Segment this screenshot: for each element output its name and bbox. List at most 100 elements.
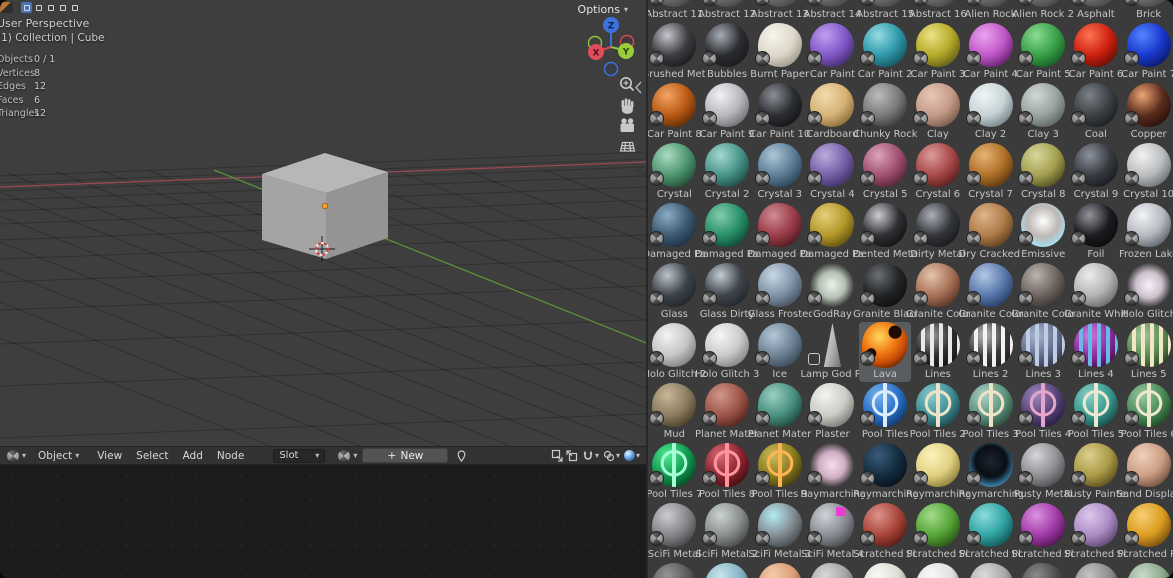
viewport-header-tool-4-icon[interactable]: [57, 2, 68, 13]
material-item[interactable]: SciFi Metal 3: [754, 502, 806, 562]
material-item[interactable]: Granite White: [1070, 262, 1122, 322]
material-item[interactable]: Car Paint 2: [859, 22, 911, 82]
gizmo-neg-z[interactable]: [605, 63, 618, 76]
material-item[interactable]: [965, 562, 1017, 578]
material-item[interactable]: Scratched Pl...: [859, 502, 911, 562]
material-item[interactable]: Raymarching...: [965, 442, 1017, 502]
material-item[interactable]: Car Paint 8: [648, 82, 700, 142]
material-item[interactable]: Brick: [1123, 0, 1173, 22]
material-item[interactable]: [806, 562, 858, 578]
material-item[interactable]: Lines 3: [1017, 322, 1069, 382]
material-item[interactable]: Planet Materi...: [754, 382, 806, 442]
material-item[interactable]: Car Paint: [806, 22, 858, 82]
material-item[interactable]: Car Paint 6: [1070, 22, 1122, 82]
region-toggle-chevron[interactable]: [636, 82, 641, 93]
browse-material-dropdown[interactable]: ▾: [335, 450, 360, 462]
material-item[interactable]: Frozen Lake: [1123, 202, 1173, 262]
material-item[interactable]: Glass Dirty: [701, 262, 753, 322]
material-item[interactable]: Coal: [1070, 82, 1122, 142]
material-item[interactable]: Car Paint 10: [754, 82, 806, 142]
material-item[interactable]: Pool Tiles 8: [701, 442, 753, 502]
material-item[interactable]: Rusty Painte...: [1070, 442, 1122, 502]
material-item[interactable]: Sand Displac...: [1123, 442, 1173, 502]
material-item[interactable]: Crystal: [648, 142, 700, 202]
material-item[interactable]: Bubbles: [701, 22, 753, 82]
material-item[interactable]: Scratched Pl...: [965, 502, 1017, 562]
material-item[interactable]: Burnt Paper: [754, 22, 806, 82]
material-item[interactable]: Cardboard: [806, 82, 858, 142]
material-item[interactable]: Crystal 2: [701, 142, 753, 202]
menu-select[interactable]: Select: [129, 450, 175, 462]
material-item[interactable]: Raymarching...: [859, 442, 911, 502]
material-item[interactable]: Brushed Metal: [648, 22, 700, 82]
orthographic-toggle-icon[interactable]: [621, 143, 635, 152]
options-dropdown[interactable]: Options ▾: [578, 3, 628, 16]
viewport-header-tool-5-icon[interactable]: [69, 2, 80, 13]
material-item[interactable]: Crystal 7: [965, 142, 1017, 202]
material-item[interactable]: Granite Black: [859, 262, 911, 322]
material-item[interactable]: Clay 2: [965, 82, 1017, 142]
material-item[interactable]: Lines 5: [1123, 322, 1173, 382]
material-item[interactable]: Scratched Pl...: [1070, 502, 1122, 562]
material-item[interactable]: [1017, 562, 1069, 578]
material-item[interactable]: Alien Rock: [965, 0, 1017, 22]
material-item[interactable]: [912, 562, 964, 578]
material-item[interactable]: Crystal 3: [754, 142, 806, 202]
menu-view[interactable]: View: [90, 450, 129, 462]
material-item[interactable]: Holo Glitch 3: [701, 322, 753, 382]
material-item[interactable]: Lamp God Ra: [806, 322, 858, 382]
material-item[interactable]: Scratched Pl...: [1017, 502, 1069, 562]
material-item[interactable]: Copper: [1123, 82, 1173, 142]
material-item[interactable]: Scratched Pl...: [1123, 502, 1173, 562]
material-item[interactable]: Glass Frosted: [754, 262, 806, 322]
editor-type-icon[interactable]: [0, 2, 13, 13]
asset-browser[interactable]: Abstract 11 Abstract 12 Abstract 13 Abst…: [646, 0, 1173, 578]
material-item[interactable]: [701, 562, 753, 578]
material-item[interactable]: Clay: [912, 82, 964, 142]
material-item[interactable]: Pool Tiles 2: [912, 382, 964, 442]
material-item[interactable]: Rusty Metal: [1017, 442, 1069, 502]
material-item[interactable]: Holo Glitch 2: [648, 322, 700, 382]
camera-view-icon[interactable]: [621, 118, 635, 132]
material-item[interactable]: SciFi Metal 4: [806, 502, 858, 562]
material-item[interactable]: Chunky Rock: [859, 82, 911, 142]
viewport-header-tool-1-icon[interactable]: [21, 2, 32, 13]
viewport-header-tool-2-icon[interactable]: [33, 2, 44, 13]
material-item[interactable]: Car Paint 7: [1123, 22, 1173, 82]
material-item[interactable]: Car Paint 5: [1017, 22, 1069, 82]
material-item[interactable]: Pool Tiles 4: [1017, 382, 1069, 442]
material-item[interactable]: [648, 562, 700, 578]
material-item[interactable]: Foil: [1070, 202, 1122, 262]
material-item[interactable]: Lava: [859, 322, 911, 382]
editor-type-selector[interactable]: ▾: [4, 450, 29, 462]
material-item[interactable]: Plaster: [806, 382, 858, 442]
material-item[interactable]: Crystal 9: [1070, 142, 1122, 202]
material-item[interactable]: Crystal 5: [859, 142, 911, 202]
preview-shading-control[interactable]: ▾: [624, 450, 640, 461]
material-item[interactable]: Lines 4: [1070, 322, 1122, 382]
material-item[interactable]: Damaged Pai...: [701, 202, 753, 262]
material-item[interactable]: Abstract 11: [648, 0, 700, 22]
menu-add[interactable]: Add: [176, 450, 210, 462]
material-item[interactable]: Car Paint 4: [965, 22, 1017, 82]
material-item[interactable]: Alien Rock 2: [1017, 0, 1069, 22]
material-item[interactable]: GodRay: [806, 262, 858, 322]
material-item[interactable]: Damaged Pai...: [754, 202, 806, 262]
material-item[interactable]: Scratched Pl...: [912, 502, 964, 562]
material-item[interactable]: Dry Cracked ...: [965, 202, 1017, 262]
jump-to-node-tree[interactable]: [551, 449, 578, 462]
material-item[interactable]: Crystal 6: [912, 142, 964, 202]
material-item[interactable]: Lines: [912, 322, 964, 382]
material-item[interactable]: Emissive: [1017, 202, 1069, 262]
material-item[interactable]: Holo Glitch: [1123, 262, 1173, 322]
new-material-button[interactable]: + New: [362, 448, 448, 463]
material-item[interactable]: SciFi Metal 2: [701, 502, 753, 562]
shader-mode-dropdown[interactable]: Object ▾: [35, 450, 82, 462]
material-item[interactable]: Abstract 12: [701, 0, 753, 22]
material-item[interactable]: Abstract 13: [754, 0, 806, 22]
material-item[interactable]: [754, 562, 806, 578]
material-item[interactable]: Planet Material: [701, 382, 753, 442]
material-item[interactable]: Crystal 8: [1017, 142, 1069, 202]
viewport-header-tool-3-icon[interactable]: [45, 2, 56, 13]
material-item[interactable]: Car Paint 3: [912, 22, 964, 82]
